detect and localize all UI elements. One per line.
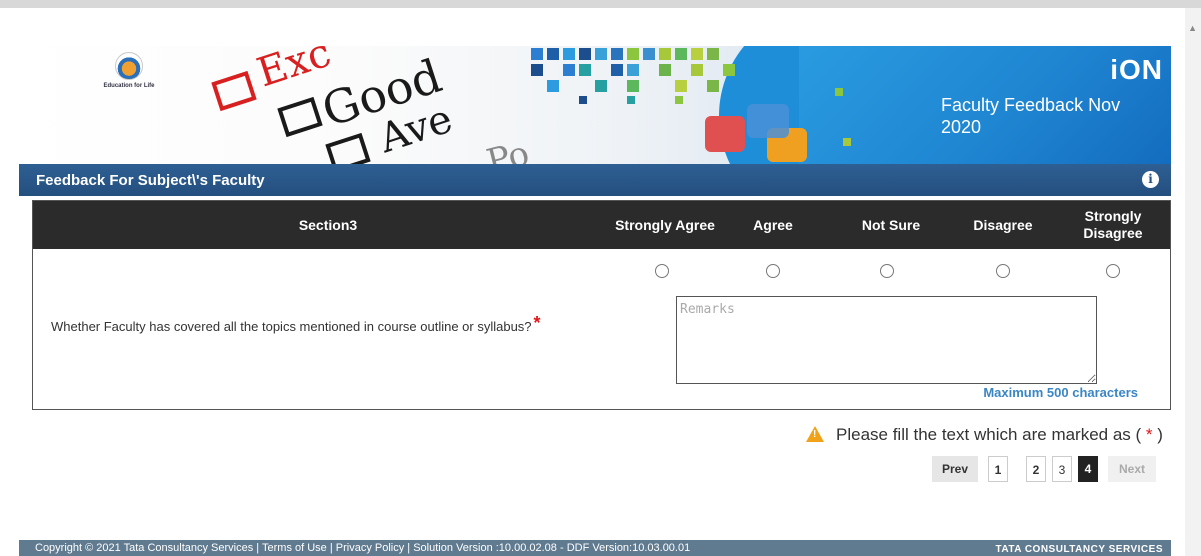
col-agree: Agree	[753, 217, 793, 233]
page-button-2[interactable]: 2	[1026, 456, 1046, 482]
form-title: Feedback For Subject\'s Faculty	[36, 172, 265, 189]
page-button-3[interactable]: 3	[1052, 456, 1072, 482]
university-logo: Education for Life	[79, 52, 179, 102]
info-icon[interactable]: i	[1142, 171, 1159, 188]
speech-bubble-red-icon	[705, 116, 745, 152]
required-fields-warning: ! Please fill the text which are marked a…	[806, 424, 1163, 445]
radio-not-sure[interactable]	[880, 264, 894, 278]
radio-strongly-disagree[interactable]	[1106, 264, 1120, 278]
ion-logo: iON	[1110, 54, 1163, 85]
question-label: Whether Faculty has covered all the topi…	[51, 319, 532, 334]
prev-button[interactable]: Prev	[932, 456, 978, 482]
form-title-bar: Feedback For Subject\'s Faculty i	[19, 164, 1171, 196]
speech-bubble-blue-icon	[747, 104, 789, 138]
footer: Copyright © 2021 Tata Consultancy Servic…	[19, 540, 1171, 556]
question-text: Whether Faculty has covered all the topi…	[51, 313, 541, 340]
radio-strongly-agree[interactable]	[655, 264, 669, 278]
warning-close-paren: )	[1157, 425, 1163, 444]
logo-tagline: Education for Life	[103, 83, 155, 89]
col-not-sure: Not Sure	[861, 217, 921, 233]
tcs-logo: TATA CONSULTANCY SERVICES	[995, 544, 1163, 555]
section-header: Section3	[298, 217, 358, 233]
warning-icon: !	[806, 426, 824, 442]
banner: Education for Life Exc Good Ave Po iON F…	[19, 46, 1171, 164]
scrollbar[interactable]: ▲	[1185, 8, 1201, 556]
page-button-1[interactable]: 1	[988, 456, 1008, 482]
remarks-textarea[interactable]	[676, 296, 1097, 384]
col-strongly-agree: Strongly Agree	[615, 217, 715, 233]
feedback-table: Section3 Strongly Agree Agree Not Sure D…	[32, 200, 1171, 410]
banner-title: Faculty Feedback Nov 2020	[941, 95, 1121, 137]
next-button[interactable]: Next	[1108, 456, 1156, 482]
col-strongly-disagree: Strongly Disagree	[1083, 208, 1143, 241]
top-strip	[0, 0, 1201, 8]
table-header: Section3 Strongly Agree Agree Not Sure D…	[33, 201, 1170, 249]
radio-disagree[interactable]	[996, 264, 1010, 278]
page-button-4-current[interactable]: 4	[1078, 456, 1098, 482]
warning-star: *	[1145, 425, 1153, 444]
footer-copyright: Copyright © 2021 Tata Consultancy Servic…	[35, 542, 691, 554]
scroll-up-arrow-icon[interactable]: ▲	[1188, 24, 1197, 33]
max-characters-note: Maximum 500 characters	[983, 385, 1138, 400]
col-disagree: Disagree	[973, 217, 1033, 233]
university-emblem-icon	[115, 52, 143, 80]
radio-agree[interactable]	[766, 264, 780, 278]
required-marker: *	[533, 313, 541, 333]
warning-text: Please fill the text which are marked as…	[836, 425, 1142, 444]
